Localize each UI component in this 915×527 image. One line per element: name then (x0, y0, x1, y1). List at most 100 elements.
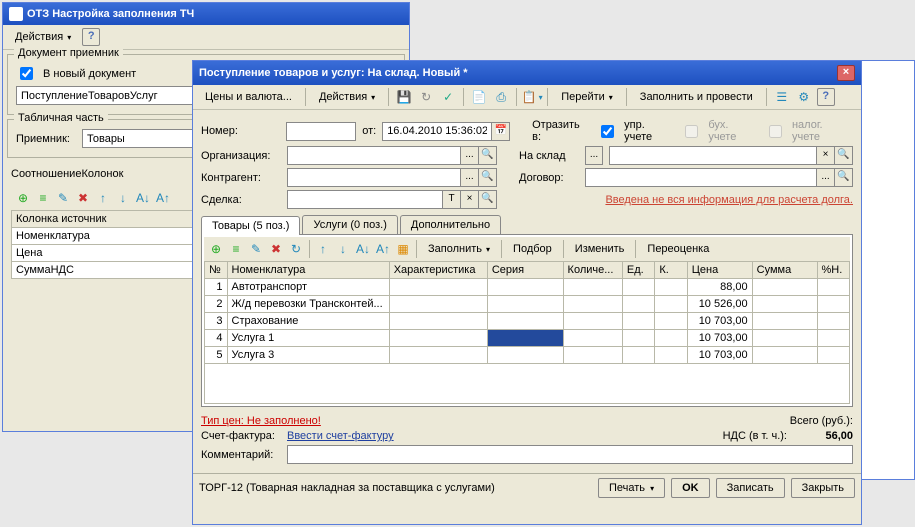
sort-az-icon[interactable]: A↓ (354, 240, 372, 258)
help-button[interactable]: ? (817, 88, 835, 106)
col-n[interactable]: № (205, 262, 228, 279)
org-input[interactable] (287, 146, 461, 165)
col-k[interactable]: К. (655, 262, 687, 279)
col-char[interactable]: Характеристика (389, 262, 487, 279)
delete-icon[interactable]: ✖ (267, 240, 285, 258)
list-icon[interactable]: ☰ (773, 88, 791, 106)
search-button[interactable]: 🔍 (835, 146, 853, 165)
selected-cell[interactable] (487, 330, 563, 347)
col-qty[interactable]: Количе... (563, 262, 622, 279)
type-button[interactable]: T (443, 190, 461, 209)
price-type-link[interactable]: Тип цен: Не заполнено! (201, 415, 321, 427)
print-button[interactable]: Печать ▾ (598, 478, 665, 498)
new-doc-checkbox[interactable] (20, 67, 33, 80)
revaluation-button[interactable]: Переоценка (640, 240, 716, 258)
nds-label: НДС (в т. ч.): (723, 430, 787, 442)
tab-goods[interactable]: Товары (5 поз.) (201, 216, 300, 235)
dogovor-input[interactable] (585, 168, 817, 187)
post-icon[interactable]: ✓ (439, 88, 457, 106)
fill-and-post-button[interactable]: Заполнить и провести (633, 88, 760, 106)
goto-menu[interactable]: Перейти▾ (554, 88, 620, 106)
search-button[interactable]: 🔍 (479, 190, 497, 209)
chevron-down-icon: ▾ (650, 484, 654, 493)
fill-menu[interactable]: Заполнить▾ (421, 240, 497, 258)
close-button[interactable]: × (837, 65, 855, 81)
kontr-input[interactable] (287, 168, 461, 187)
comment-input[interactable] (287, 445, 853, 464)
link-icon[interactable]: 📋▾ (523, 88, 541, 106)
sort-za-icon[interactable]: A↑ (154, 189, 172, 207)
new-doc-label: В новый документ (43, 68, 136, 80)
col-ed[interactable]: Ед. (622, 262, 654, 279)
table-icon[interactable]: ▦ (394, 240, 412, 258)
move-up-icon[interactable]: ↑ (94, 189, 112, 207)
sort-za-icon[interactable]: A↑ (374, 240, 392, 258)
col-series[interactable]: Серия (487, 262, 563, 279)
move-down-icon[interactable]: ↓ (334, 240, 352, 258)
ok-button[interactable]: OK (671, 478, 710, 498)
write-button[interactable]: Записать (716, 478, 785, 498)
settings-title: ОТЗ Настройка заполнения ТЧ (27, 8, 194, 20)
grid-row[interactable]: 2 Ж/д перевозки Трансконтей... 10 526,00 (205, 296, 850, 313)
search-button[interactable]: 🔍 (835, 168, 853, 187)
edit-icon[interactable]: ✎ (247, 240, 265, 258)
move-down-icon[interactable]: ↓ (114, 189, 132, 207)
settings-icon[interactable]: ⚙ (795, 88, 813, 106)
add-icon[interactable]: ⊕ (207, 240, 225, 258)
edit-icon[interactable]: ✎ (54, 189, 72, 207)
structure-icon[interactable]: ⎙ (492, 88, 510, 106)
tab-additional[interactable]: Дополнительно (400, 215, 501, 234)
debt-warning-link[interactable]: Введена не вся информация для расчета до… (503, 194, 853, 206)
refresh-icon[interactable]: ↻ (417, 88, 435, 106)
search-button[interactable]: 🔍 (479, 146, 497, 165)
save-icon[interactable]: 💾 (395, 88, 413, 106)
select-button[interactable]: ... (817, 168, 835, 187)
app-icon (9, 7, 23, 21)
whs-ellipsis-button[interactable]: ... (585, 146, 603, 165)
date-input[interactable] (382, 122, 492, 141)
grid-row[interactable]: 5 Услуга 3 10 703,00 (205, 347, 850, 364)
select-button[interactable]: ... (461, 168, 479, 187)
refresh-icon[interactable]: ↻ (287, 240, 305, 258)
enter-invoice-link[interactable]: Ввести счет-фактуру (287, 430, 394, 442)
upr-checkbox[interactable] (601, 125, 614, 138)
receipt-tabs: Товары (5 поз.) Услуги (0 поз.) Дополнит… (201, 215, 853, 235)
add-row-icon[interactable]: ≡ (34, 189, 52, 207)
buh-checkbox (685, 125, 698, 138)
chevron-down-icon: ▾ (371, 93, 375, 102)
receipt-window: Поступление товаров и услуг: На склад. Н… (192, 60, 862, 525)
actions-menu[interactable]: Действия▾ (312, 88, 382, 106)
prices-currency-button[interactable]: Цены и валюта... (198, 88, 299, 106)
clear-button[interactable]: × (817, 146, 835, 165)
add-row-icon[interactable]: ≡ (227, 240, 245, 258)
goods-grid[interactable]: № Номенклатура Характеристика Серия Коли… (204, 261, 850, 404)
grid-row[interactable]: 4 Услуга 1 10 703,00 (205, 330, 850, 347)
change-button[interactable]: Изменить (568, 240, 632, 258)
number-input[interactable] (286, 122, 356, 141)
sdelka-input[interactable] (287, 190, 443, 209)
delete-icon[interactable]: ✖ (74, 189, 92, 207)
help-button[interactable]: ? (82, 28, 100, 46)
grid-row[interactable]: 1 Автотранспорт 88,00 (205, 279, 850, 296)
add-icon[interactable]: ⊕ (14, 189, 32, 207)
select-button[interactable]: ... (461, 146, 479, 165)
col-sum[interactable]: Сумма (752, 262, 817, 279)
whs-input[interactable] (609, 146, 817, 165)
col-price[interactable]: Цена (687, 262, 752, 279)
sort-az-icon[interactable]: A↓ (134, 189, 152, 207)
clear-button[interactable]: × (461, 190, 479, 209)
tab-services[interactable]: Услуги (0 поз.) (302, 215, 397, 234)
move-up-icon[interactable]: ↑ (314, 240, 332, 258)
col-nomen[interactable]: Номенклатура (227, 262, 389, 279)
report-icon[interactable]: 📄 (470, 88, 488, 106)
grid-row[interactable]: 3 Страхование 10 703,00 (205, 313, 850, 330)
background-window (860, 60, 915, 480)
nds-value: 56,00 (793, 430, 853, 442)
calendar-button[interactable]: 📅 (492, 122, 510, 141)
actions-menu[interactable]: Действия▾ (8, 28, 78, 46)
close-button[interactable]: Закрыть (791, 478, 855, 498)
col-pctn[interactable]: %Н. (817, 262, 850, 279)
search-button[interactable]: 🔍 (479, 168, 497, 187)
nalog-checkbox (769, 125, 782, 138)
podbor-button[interactable]: Подбор (506, 240, 559, 258)
